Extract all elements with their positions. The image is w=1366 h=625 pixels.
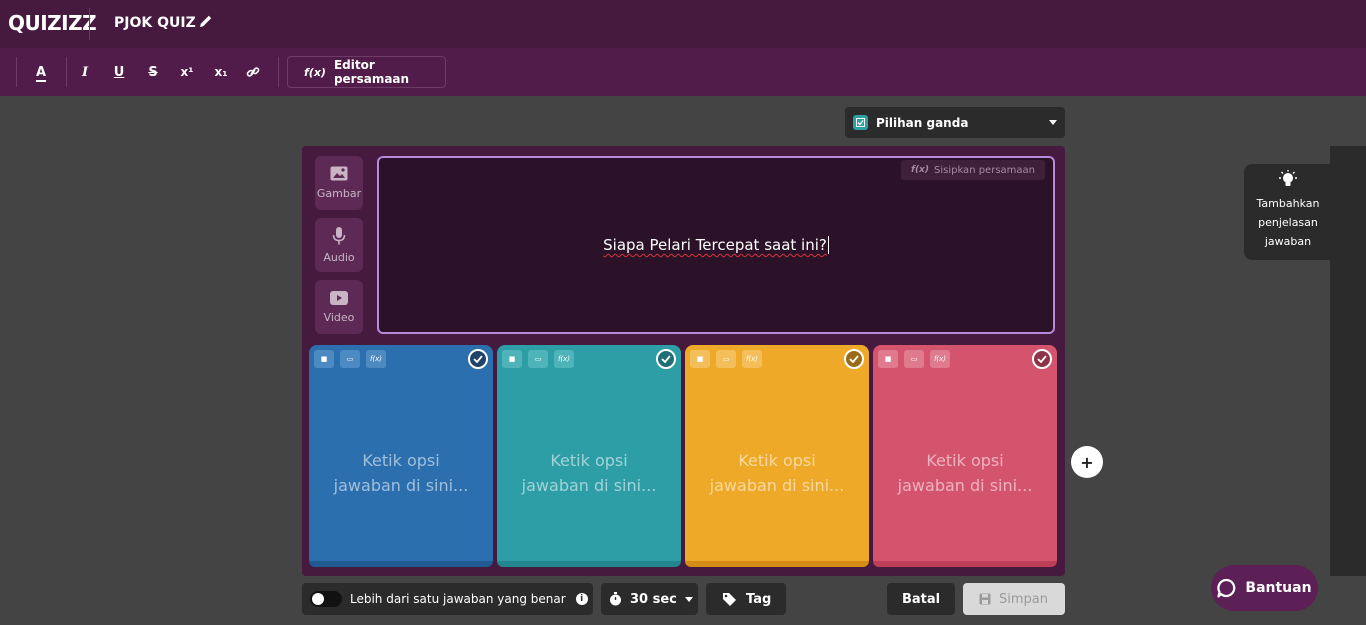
function-icon[interactable]: f(x) bbox=[554, 350, 574, 368]
divider bbox=[66, 57, 67, 87]
subscript-button[interactable]: x₁ bbox=[208, 60, 234, 84]
chevron-down-icon bbox=[1049, 120, 1057, 125]
image-icon[interactable]: ▭ bbox=[340, 350, 360, 368]
delete-icon[interactable]: ■ bbox=[314, 350, 334, 368]
image-icon[interactable]: ▭ bbox=[716, 350, 736, 368]
lightbulb-icon bbox=[1279, 170, 1297, 186]
question-input[interactable]: f(x) Sisipkan persamaan Siapa Pelari Ter… bbox=[377, 156, 1055, 334]
correct-answer-check-icon[interactable] bbox=[468, 349, 488, 369]
top-bar: QUIZIZZ PJOK QUIZ bbox=[0, 0, 1366, 48]
insert-equation-button[interactable]: f(x) Sisipkan persamaan bbox=[901, 160, 1045, 180]
answer-option-1[interactable]: ■ ▭ f(x) Ketik opsi jawaban di sini... bbox=[309, 345, 493, 567]
chevron-down-icon bbox=[684, 596, 693, 602]
save-button[interactable]: Simpan bbox=[963, 583, 1065, 615]
multi-correct-toggle[interactable] bbox=[310, 591, 342, 607]
card-edge bbox=[873, 561, 1057, 567]
correct-answer-check-icon[interactable] bbox=[844, 349, 864, 369]
timer-label: 30 sec bbox=[630, 591, 677, 607]
add-explanation-button[interactable]: Tambahkan penjelasan jawaban bbox=[1244, 164, 1332, 260]
add-option-button[interactable]: + bbox=[1071, 446, 1103, 478]
correct-answer-check-icon[interactable] bbox=[656, 349, 676, 369]
italic-button[interactable]: I bbox=[72, 60, 98, 84]
link-icon[interactable] bbox=[240, 60, 266, 84]
strikethrough-button[interactable]: S bbox=[140, 60, 166, 84]
multi-correct-toggle-bar: Lebih dari satu jawaban yang benar i bbox=[302, 583, 593, 615]
cancel-label: Batal bbox=[901, 591, 941, 607]
underline-button[interactable]: U bbox=[106, 60, 132, 84]
multi-correct-label: Lebih dari satu jawaban yang benar bbox=[350, 592, 566, 606]
cancel-button[interactable]: Batal bbox=[887, 583, 955, 615]
help-button[interactable]: Bantuan bbox=[1211, 565, 1318, 611]
question-text[interactable]: Siapa Pelari Tercepat saat ini? bbox=[379, 236, 1053, 254]
audio-label: Audio bbox=[323, 250, 355, 264]
pencil-icon[interactable] bbox=[198, 13, 214, 31]
answer-option-4[interactable]: ■ ▭ f(x) Ketik opsi jawaban di sini... bbox=[873, 345, 1057, 567]
question-type-label: Pilihan ganda bbox=[876, 115, 969, 130]
quiz-title[interactable]: PJOK QUIZ bbox=[114, 15, 196, 31]
insert-equation-label: Sisipkan persamaan bbox=[933, 164, 1035, 176]
image-icon[interactable]: ▭ bbox=[528, 350, 548, 368]
video-icon bbox=[330, 290, 348, 305]
video-label: Video bbox=[323, 310, 355, 324]
function-icon[interactable]: f(x) bbox=[742, 350, 762, 368]
answer-option-3[interactable]: ■ ▭ f(x) Ketik opsi jawaban di sini... bbox=[685, 345, 869, 567]
image-icon[interactable]: ▭ bbox=[904, 350, 924, 368]
explain-label: Tambahkan penjelasan jawaban bbox=[1256, 197, 1320, 248]
video-button[interactable]: Video bbox=[315, 280, 363, 334]
divider bbox=[278, 57, 279, 87]
tag-label: Tag bbox=[746, 591, 772, 607]
save-label: Simpan bbox=[999, 591, 1048, 607]
answer-placeholder: Ketik opsi jawaban di sini... bbox=[709, 451, 845, 495]
delete-icon[interactable]: ■ bbox=[502, 350, 522, 368]
function-icon: f(x) bbox=[304, 65, 326, 79]
stopwatch-icon bbox=[610, 592, 621, 606]
delete-icon[interactable]: ■ bbox=[690, 350, 710, 368]
function-icon[interactable]: f(x) bbox=[366, 350, 386, 368]
card-edge bbox=[309, 561, 493, 567]
question-type-select[interactable]: Pilihan ganda bbox=[845, 107, 1065, 138]
answer-placeholder: Ketik opsi jawaban di sini... bbox=[897, 451, 1033, 495]
function-icon[interactable]: f(x) bbox=[930, 350, 950, 368]
tag-icon bbox=[723, 593, 736, 606]
quizizz-logo[interactable]: QUIZIZZ bbox=[8, 11, 97, 35]
equation-editor-label: Editor persamaan bbox=[333, 58, 410, 86]
divider bbox=[89, 8, 90, 40]
save-icon bbox=[979, 593, 991, 605]
image-label: Gambar bbox=[316, 187, 362, 200]
info-icon[interactable]: i bbox=[575, 593, 588, 605]
divider bbox=[16, 57, 17, 87]
tag-button[interactable]: Tag bbox=[706, 583, 786, 615]
audio-button[interactable]: Audio bbox=[315, 218, 363, 272]
card-edge bbox=[497, 561, 681, 567]
right-panel bbox=[1330, 146, 1366, 576]
image-icon bbox=[330, 166, 348, 181]
equation-editor-button[interactable]: f(x) Editor persamaan bbox=[287, 56, 446, 88]
superscript-button[interactable]: x¹ bbox=[174, 60, 200, 84]
card-edge bbox=[685, 561, 869, 567]
format-toolbar: A I U S x¹ x₁ f(x) Editor persamaan bbox=[0, 48, 1366, 96]
answer-placeholder: Ketik opsi jawaban di sini... bbox=[521, 451, 657, 495]
function-icon: f(x) bbox=[911, 165, 929, 175]
chat-bubble-icon bbox=[1217, 578, 1236, 598]
timer-select[interactable]: 30 sec bbox=[601, 583, 698, 615]
correct-answer-check-icon[interactable] bbox=[1032, 349, 1052, 369]
microphone-icon bbox=[332, 226, 346, 244]
question-editor: Gambar Audio Video f(x) Sisipkan persama… bbox=[302, 146, 1065, 576]
text-color-button[interactable]: A bbox=[28, 60, 54, 84]
checkbox-icon bbox=[853, 115, 868, 130]
help-label: Bantuan bbox=[1245, 580, 1312, 596]
answer-option-2[interactable]: ■ ▭ f(x) Ketik opsi jawaban di sini... bbox=[497, 345, 681, 567]
delete-icon[interactable]: ■ bbox=[878, 350, 898, 368]
image-button[interactable]: Gambar bbox=[315, 156, 363, 210]
answer-placeholder: Ketik opsi jawaban di sini... bbox=[333, 451, 469, 495]
